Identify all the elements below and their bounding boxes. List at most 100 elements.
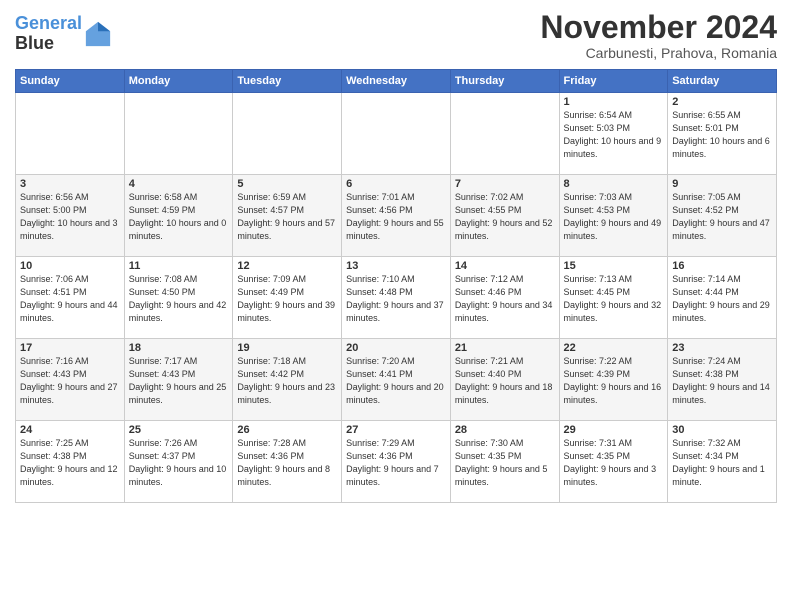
logo-icon xyxy=(84,20,112,48)
day-cell: 8Sunrise: 7:03 AM Sunset: 4:53 PM Daylig… xyxy=(559,175,668,257)
day-info: Sunrise: 7:06 AM Sunset: 4:51 PM Dayligh… xyxy=(20,273,120,325)
header-day-saturday: Saturday xyxy=(668,70,777,93)
title-area: November 2024 Carbunesti, Prahova, Roman… xyxy=(540,10,777,61)
day-cell: 17Sunrise: 7:16 AM Sunset: 4:43 PM Dayli… xyxy=(16,339,125,421)
day-cell: 14Sunrise: 7:12 AM Sunset: 4:46 PM Dayli… xyxy=(450,257,559,339)
day-cell: 7Sunrise: 7:02 AM Sunset: 4:55 PM Daylig… xyxy=(450,175,559,257)
day-number: 4 xyxy=(129,178,229,190)
day-info: Sunrise: 7:29 AM Sunset: 4:36 PM Dayligh… xyxy=(346,437,446,489)
day-info: Sunrise: 7:30 AM Sunset: 4:35 PM Dayligh… xyxy=(455,437,555,489)
day-number: 30 xyxy=(672,424,772,436)
week-row-2: 3Sunrise: 6:56 AM Sunset: 5:00 PM Daylig… xyxy=(16,175,777,257)
day-cell xyxy=(16,93,125,175)
day-cell: 26Sunrise: 7:28 AM Sunset: 4:36 PM Dayli… xyxy=(233,421,342,503)
day-info: Sunrise: 7:14 AM Sunset: 4:44 PM Dayligh… xyxy=(672,273,772,325)
day-number: 16 xyxy=(672,260,772,272)
day-cell: 6Sunrise: 7:01 AM Sunset: 4:56 PM Daylig… xyxy=(342,175,451,257)
day-number: 25 xyxy=(129,424,229,436)
day-cell: 18Sunrise: 7:17 AM Sunset: 4:43 PM Dayli… xyxy=(124,339,233,421)
header-day-tuesday: Tuesday xyxy=(233,70,342,93)
day-cell: 10Sunrise: 7:06 AM Sunset: 4:51 PM Dayli… xyxy=(16,257,125,339)
header-day-monday: Monday xyxy=(124,70,233,93)
day-info: Sunrise: 7:12 AM Sunset: 4:46 PM Dayligh… xyxy=(455,273,555,325)
day-number: 8 xyxy=(564,178,664,190)
day-cell: 28Sunrise: 7:30 AM Sunset: 4:35 PM Dayli… xyxy=(450,421,559,503)
day-number: 11 xyxy=(129,260,229,272)
day-cell: 1Sunrise: 6:54 AM Sunset: 5:03 PM Daylig… xyxy=(559,93,668,175)
day-info: Sunrise: 7:05 AM Sunset: 4:52 PM Dayligh… xyxy=(672,191,772,243)
day-cell: 21Sunrise: 7:21 AM Sunset: 4:40 PM Dayli… xyxy=(450,339,559,421)
header-day-friday: Friday xyxy=(559,70,668,93)
day-number: 13 xyxy=(346,260,446,272)
day-number: 10 xyxy=(20,260,120,272)
day-info: Sunrise: 7:21 AM Sunset: 4:40 PM Dayligh… xyxy=(455,355,555,407)
day-number: 5 xyxy=(237,178,337,190)
day-number: 22 xyxy=(564,342,664,354)
header-day-thursday: Thursday xyxy=(450,70,559,93)
day-cell: 12Sunrise: 7:09 AM Sunset: 4:49 PM Dayli… xyxy=(233,257,342,339)
day-cell: 3Sunrise: 6:56 AM Sunset: 5:00 PM Daylig… xyxy=(16,175,125,257)
week-row-1: 1Sunrise: 6:54 AM Sunset: 5:03 PM Daylig… xyxy=(16,93,777,175)
day-cell: 13Sunrise: 7:10 AM Sunset: 4:48 PM Dayli… xyxy=(342,257,451,339)
day-number: 28 xyxy=(455,424,555,436)
day-number: 29 xyxy=(564,424,664,436)
day-cell: 29Sunrise: 7:31 AM Sunset: 4:35 PM Dayli… xyxy=(559,421,668,503)
day-cell: 24Sunrise: 7:25 AM Sunset: 4:38 PM Dayli… xyxy=(16,421,125,503)
day-info: Sunrise: 7:03 AM Sunset: 4:53 PM Dayligh… xyxy=(564,191,664,243)
day-number: 24 xyxy=(20,424,120,436)
day-cell: 4Sunrise: 6:58 AM Sunset: 4:59 PM Daylig… xyxy=(124,175,233,257)
day-cell: 19Sunrise: 7:18 AM Sunset: 4:42 PM Dayli… xyxy=(233,339,342,421)
header-day-sunday: Sunday xyxy=(16,70,125,93)
day-info: Sunrise: 6:54 AM Sunset: 5:03 PM Dayligh… xyxy=(564,109,664,161)
day-cell: 23Sunrise: 7:24 AM Sunset: 4:38 PM Dayli… xyxy=(668,339,777,421)
header-row: SundayMondayTuesdayWednesdayThursdayFrid… xyxy=(16,70,777,93)
header: General Blue November 2024 Carbunesti, P… xyxy=(15,10,777,61)
day-info: Sunrise: 7:08 AM Sunset: 4:50 PM Dayligh… xyxy=(129,273,229,325)
day-info: Sunrise: 7:10 AM Sunset: 4:48 PM Dayligh… xyxy=(346,273,446,325)
day-number: 19 xyxy=(237,342,337,354)
day-number: 27 xyxy=(346,424,446,436)
logo: General Blue xyxy=(15,14,112,54)
day-number: 14 xyxy=(455,260,555,272)
day-cell: 15Sunrise: 7:13 AM Sunset: 4:45 PM Dayli… xyxy=(559,257,668,339)
day-info: Sunrise: 7:18 AM Sunset: 4:42 PM Dayligh… xyxy=(237,355,337,407)
day-number: 6 xyxy=(346,178,446,190)
day-number: 12 xyxy=(237,260,337,272)
day-info: Sunrise: 7:28 AM Sunset: 4:36 PM Dayligh… xyxy=(237,437,337,489)
day-number: 21 xyxy=(455,342,555,354)
day-info: Sunrise: 7:31 AM Sunset: 4:35 PM Dayligh… xyxy=(564,437,664,489)
day-info: Sunrise: 7:02 AM Sunset: 4:55 PM Dayligh… xyxy=(455,191,555,243)
day-info: Sunrise: 7:16 AM Sunset: 4:43 PM Dayligh… xyxy=(20,355,120,407)
month-title: November 2024 xyxy=(540,10,777,45)
day-number: 1 xyxy=(564,96,664,108)
day-number: 3 xyxy=(20,178,120,190)
calendar-table: SundayMondayTuesdayWednesdayThursdayFrid… xyxy=(15,69,777,503)
week-row-5: 24Sunrise: 7:25 AM Sunset: 4:38 PM Dayli… xyxy=(16,421,777,503)
day-cell: 22Sunrise: 7:22 AM Sunset: 4:39 PM Dayli… xyxy=(559,339,668,421)
calendar-header: SundayMondayTuesdayWednesdayThursdayFrid… xyxy=(16,70,777,93)
day-info: Sunrise: 7:32 AM Sunset: 4:34 PM Dayligh… xyxy=(672,437,772,489)
day-info: Sunrise: 7:25 AM Sunset: 4:38 PM Dayligh… xyxy=(20,437,120,489)
day-cell xyxy=(124,93,233,175)
day-number: 2 xyxy=(672,96,772,108)
day-info: Sunrise: 7:09 AM Sunset: 4:49 PM Dayligh… xyxy=(237,273,337,325)
day-info: Sunrise: 6:59 AM Sunset: 4:57 PM Dayligh… xyxy=(237,191,337,243)
week-row-3: 10Sunrise: 7:06 AM Sunset: 4:51 PM Dayli… xyxy=(16,257,777,339)
day-cell: 9Sunrise: 7:05 AM Sunset: 4:52 PM Daylig… xyxy=(668,175,777,257)
day-cell: 20Sunrise: 7:20 AM Sunset: 4:41 PM Dayli… xyxy=(342,339,451,421)
day-info: Sunrise: 7:17 AM Sunset: 4:43 PM Dayligh… xyxy=(129,355,229,407)
day-cell: 11Sunrise: 7:08 AM Sunset: 4:50 PM Dayli… xyxy=(124,257,233,339)
day-info: Sunrise: 7:20 AM Sunset: 4:41 PM Dayligh… xyxy=(346,355,446,407)
day-cell xyxy=(233,93,342,175)
day-number: 7 xyxy=(455,178,555,190)
day-number: 18 xyxy=(129,342,229,354)
day-info: Sunrise: 7:01 AM Sunset: 4:56 PM Dayligh… xyxy=(346,191,446,243)
day-info: Sunrise: 7:22 AM Sunset: 4:39 PM Dayligh… xyxy=(564,355,664,407)
day-info: Sunrise: 7:13 AM Sunset: 4:45 PM Dayligh… xyxy=(564,273,664,325)
day-cell xyxy=(450,93,559,175)
day-cell: 30Sunrise: 7:32 AM Sunset: 4:34 PM Dayli… xyxy=(668,421,777,503)
day-cell: 2Sunrise: 6:55 AM Sunset: 5:01 PM Daylig… xyxy=(668,93,777,175)
day-cell: 5Sunrise: 6:59 AM Sunset: 4:57 PM Daylig… xyxy=(233,175,342,257)
day-info: Sunrise: 6:55 AM Sunset: 5:01 PM Dayligh… xyxy=(672,109,772,161)
header-day-wednesday: Wednesday xyxy=(342,70,451,93)
